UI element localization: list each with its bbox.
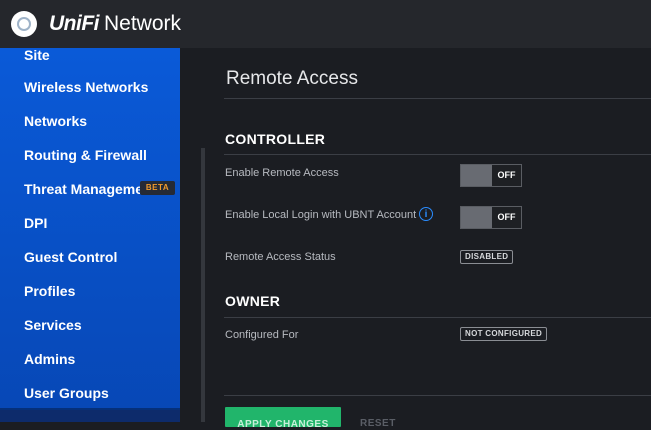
sidebar-item-guest-control[interactable]: Guest Control [24,248,117,266]
enable-local-login-toggle[interactable]: OFF [460,206,522,229]
section-title-controller: CONTROLLER [225,131,326,147]
unifi-logo-icon[interactable] [11,11,37,37]
sidebar-item-profiles[interactable]: Profiles [24,282,75,300]
info-icon[interactable]: i [419,207,433,221]
sidebar-item-admins[interactable]: Admins [24,350,75,368]
sidebar-item-threat-management[interactable]: Threat Management [24,180,140,198]
title-divider [224,98,651,99]
owner-divider [224,317,651,318]
brand-unifi: UniFi [49,12,100,35]
apply-changes-button[interactable]: APPLY CHANGES [225,407,341,430]
toggle-state: OFF [497,170,516,180]
configured-for-badge: NOT CONFIGURED [460,327,548,341]
brand-title: UniFi Network [49,11,181,37]
controller-divider [224,154,651,155]
toggle-knob [461,207,492,228]
sidebar-item-dpi[interactable]: DPI [24,214,47,232]
main-content: Remote Access CONTROLLER Enable Remote A… [224,48,651,430]
sidebar-footer [0,410,180,422]
configured-for-label: Configured For [225,329,299,341]
sidebar: Site Wireless Networks Networks Routing … [0,48,180,422]
beta-badge: BETA [140,181,175,195]
enable-remote-access-toggle[interactable]: OFF [460,164,522,187]
apply-changes-label: APPLY CHANGES [237,419,329,430]
sidebar-item-wireless-networks[interactable]: Wireless Networks [24,78,148,96]
sidebar-item-routing-firewall[interactable]: Routing & Firewall [24,146,147,164]
toggle-state: OFF [497,212,516,222]
brand-network: Network [104,12,182,35]
sidebar-item-user-groups[interactable]: User Groups [24,384,109,402]
remote-access-status-badge: DISABLED [460,250,514,264]
enable-local-login-label: Enable Local Login with UBNT Account [225,209,417,221]
vertical-scrollbar[interactable] [201,148,205,422]
sidebar-item-services[interactable]: Services [24,316,82,334]
sidebar-item-site[interactable]: Site [24,48,50,64]
remote-access-status-label: Remote Access Status [225,251,336,263]
enable-remote-access-label: Enable Remote Access [225,167,339,179]
top-bar: UniFi Network [0,0,651,48]
actions-divider [224,395,651,396]
reset-button[interactable]: RESET [360,418,396,429]
page-title: Remote Access [226,68,358,89]
toggle-knob [461,165,492,186]
section-title-owner: OWNER [225,293,281,309]
sidebar-item-networks[interactable]: Networks [24,112,87,130]
